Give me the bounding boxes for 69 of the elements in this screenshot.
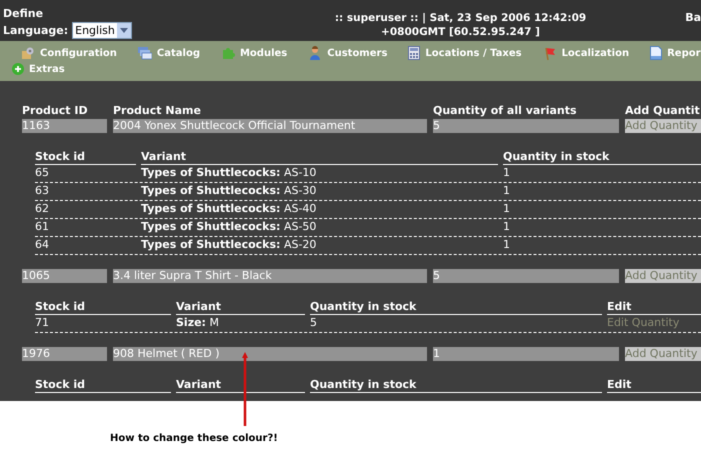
session-info: +0800GMT [60.52.95.247 ] (380, 25, 541, 39)
table-cell-text: Types of Shuttlecocks: AS-30 (141, 183, 318, 200)
column-header: Quantity in stock (310, 299, 602, 315)
add-quantity-link[interactable]: Add Quantity (625, 347, 701, 361)
nav-link[interactable]: Localization (542, 46, 630, 60)
column-header: Variant (176, 377, 305, 393)
nav-link[interactable]: Locations / Taxes (408, 46, 522, 60)
caret-icon (120, 28, 128, 33)
table-cell: 1 (433, 347, 619, 361)
column-header: Stock id (35, 299, 171, 315)
plus-icon (12, 63, 24, 75)
table-cell-text: 63 (35, 183, 50, 200)
language-select[interactable]: English (72, 22, 132, 39)
nav-link[interactable]: Catalog (138, 46, 200, 60)
table-cell-text: Types of Shuttlecocks: AS-20 (141, 237, 318, 254)
table-cell-text: 1 (503, 237, 511, 254)
session-info: :: superuser :: | Sat, 23 Sep 2006 12:42:09 (334, 11, 588, 25)
document-icon (650, 46, 662, 60)
table-cell: 1976 (22, 347, 107, 361)
table-cell-text: 61 (35, 219, 50, 236)
column-header: Quantity in stock (503, 149, 701, 165)
nav-link[interactable]: Configuration (21, 46, 117, 60)
column-header: Product ID (22, 104, 89, 118)
column-header: Variant (141, 149, 498, 165)
table-cell-text: 1 (503, 183, 511, 200)
table-cell-text: 5 (310, 315, 318, 332)
table-cell-text: Types of Shuttlecocks: AS-50 (141, 219, 318, 236)
table-cell: 1163 (22, 119, 107, 133)
table-cell: 3.4 liter Supra T Shirt - Black (113, 269, 427, 283)
language-label: Language: (3, 24, 68, 38)
edit-quantity-link[interactable]: Edit Quantity (607, 315, 701, 332)
person-icon (308, 46, 322, 60)
table-cell: 5 (433, 119, 619, 133)
nav-link[interactable]: Customers (308, 46, 388, 60)
table-cell-text: 1 (503, 201, 511, 218)
column-header: Edit (607, 299, 701, 315)
flag-icon (542, 46, 557, 60)
annotation-text: How to change these colour?! (110, 432, 278, 446)
nav-link[interactable]: Repor (650, 46, 701, 60)
table-cell-text: 1 (503, 165, 511, 182)
windows-icon (138, 46, 152, 60)
table-cell-text: Types of Shuttlecocks: AS-10 (141, 165, 318, 182)
column-header: Edit (607, 377, 701, 393)
table-cell-text: Types of Shuttlecocks: AS-40 (141, 201, 318, 218)
table-cell-text: Size: M (176, 315, 220, 332)
table-cell: 1065 (22, 269, 107, 283)
nav-link[interactable]: Extras (12, 62, 65, 76)
table-cell: 5 (433, 269, 619, 283)
header-text: Ba (685, 11, 701, 24)
table-cell: 908 Helmet ( RED ) (113, 347, 427, 361)
add-quantity-link[interactable]: Add Quantity (625, 119, 701, 133)
brand-text: Define (3, 7, 44, 21)
column-header: Quantity in stock (310, 377, 602, 393)
puzzle-icon (220, 46, 235, 60)
table-cell-text: 62 (35, 201, 50, 218)
table-cell-text: 65 (35, 165, 50, 182)
table-cell-text: 64 (35, 237, 50, 254)
add-quantity-link[interactable]: Add Quantity (625, 269, 701, 283)
table-cell-text: 1 (503, 219, 511, 236)
table-cell-text: 71 (35, 315, 50, 332)
calculator-icon (408, 46, 420, 60)
column-header: Product Name (113, 104, 202, 118)
column-header: Quantity of all variants (433, 104, 578, 118)
column-header: Stock id (35, 377, 171, 393)
column-header: Stock id (35, 149, 136, 165)
column-header: Variant (176, 299, 305, 315)
table-cell: 2004 Yonex Shuttlecock Official Tournament (113, 119, 427, 133)
nav-link[interactable]: Modules (220, 46, 288, 60)
column-header: Add Quantit (625, 104, 701, 118)
